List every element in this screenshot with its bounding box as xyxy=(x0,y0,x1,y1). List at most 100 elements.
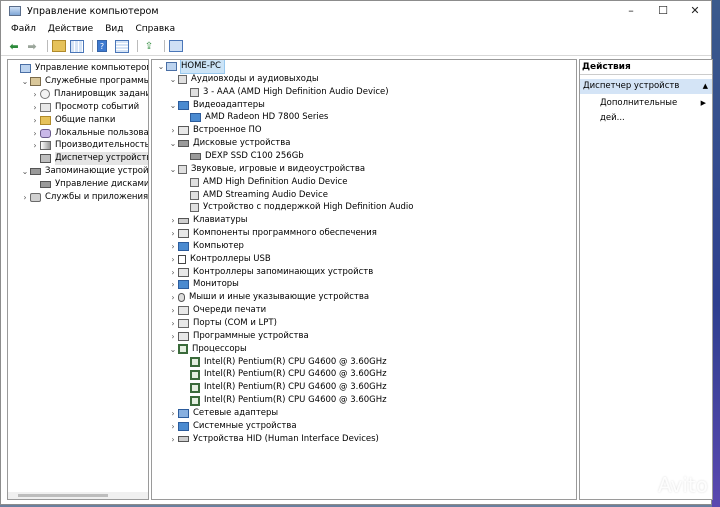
collapse-chevron-icon[interactable]: ⌄ xyxy=(168,137,178,150)
device-tree-item-label: Дисковые устройства xyxy=(193,138,291,149)
menu-action[interactable]: Действие xyxy=(42,24,99,34)
collapse-chevron-icon[interactable]: ⌄ xyxy=(168,163,178,176)
console-tree-item-label: Управление компьютером (л xyxy=(35,63,149,73)
device-tree-item-row[interactable]: Intel(R) Pentium(R) CPU G4600 @ 3.60GHz xyxy=(180,368,387,381)
expand-chevron-icon[interactable]: › xyxy=(168,304,178,317)
device-tree-item-row[interactable]: Intel(R) Pentium(R) CPU G4600 @ 3.60GHz xyxy=(180,394,387,407)
device-tree-item-row[interactable]: › Устройства HID (Human Interface Devices… xyxy=(168,433,378,446)
console-tree-item-row[interactable]: › Службы и приложения xyxy=(20,191,148,204)
device-tree-item-row[interactable]: Intel(R) Pentium(R) CPU G4600 @ 3.60GHz xyxy=(180,381,387,394)
device-tree-item-row[interactable]: ⌄ Дисковые устройства xyxy=(168,137,291,150)
expand-chevron-icon[interactable]: › xyxy=(168,317,178,330)
device-tree-item-row[interactable]: AMD Radeon HD 7800 Series xyxy=(180,111,328,124)
maximize-button[interactable]: ☐ xyxy=(647,1,679,21)
expand-chevron-icon[interactable]: › xyxy=(168,330,178,343)
device-tree-item-row[interactable]: › Программные устройства xyxy=(168,330,309,343)
help-button[interactable]: ? xyxy=(97,39,111,53)
expand-chevron-icon[interactable]: › xyxy=(168,433,178,446)
up-folder-button[interactable] xyxy=(52,39,66,53)
device-tree-item-label: Программные устройства xyxy=(193,330,309,341)
update-driver-icon[interactable]: ⇪ xyxy=(142,39,156,53)
expand-chevron-icon[interactable]: › xyxy=(168,227,178,240)
device-tree-item-row[interactable]: › Встроенное ПО xyxy=(168,124,262,137)
device-tree-item-row[interactable]: ⌄ Видеоадаптеры xyxy=(168,99,265,112)
sound-icon xyxy=(178,164,187,174)
menu-file[interactable]: Файл xyxy=(5,24,42,34)
device-tree-item-label: Порты (COM и LPT) xyxy=(193,318,277,328)
expand-chevron-icon[interactable]: › xyxy=(30,114,40,127)
collapse-chevron-icon[interactable]: ⌄ xyxy=(168,343,178,356)
expand-chevron-icon[interactable]: › xyxy=(30,88,40,101)
expand-chevron-icon[interactable]: › xyxy=(30,139,40,152)
forward-arrow-icon[interactable]: ➡ xyxy=(25,39,39,53)
device-tree-item-label: Intel(R) Pentium(R) CPU G4600 @ 3.60GHz xyxy=(204,356,387,367)
console-tree-item-row[interactable]: › Просмотр событий xyxy=(30,101,139,114)
device-tree-item-row[interactable]: › Клавиатуры xyxy=(168,214,247,227)
computer-management-window: Управление компьютером – ☐ ✕ Файл Действ… xyxy=(0,0,713,505)
show-console-tree-button[interactable] xyxy=(70,39,84,53)
device-tree-item-row[interactable]: › Компоненты программного обеспечения xyxy=(168,227,377,240)
menu-view[interactable]: Вид xyxy=(99,24,129,34)
device-tree-item-row[interactable]: › Компьютер xyxy=(168,240,244,253)
console-tree-item-row[interactable]: › Общие папки xyxy=(30,114,115,127)
device-tree-item-row[interactable]: 3 - AAA (AMD High Definition Audio Devic… xyxy=(180,86,389,99)
console-tree-item-row[interactable]: › Локальные пользовате xyxy=(30,127,148,140)
device-tree-item-row[interactable]: › Контроллеры USB xyxy=(168,253,271,266)
expand-chevron-icon[interactable]: › xyxy=(168,240,178,253)
device-tree-item-row[interactable]: › Порты (COM и LPT) xyxy=(168,317,277,330)
expand-chevron-icon[interactable]: › xyxy=(168,278,178,291)
console-tree-item-row[interactable]: › Планировщик заданий xyxy=(30,88,148,101)
expand-chevron-icon[interactable]: › xyxy=(168,214,178,227)
scan-hardware-button[interactable] xyxy=(169,39,183,53)
close-button[interactable]: ✕ xyxy=(679,1,711,21)
horizontal-scrollbar[interactable] xyxy=(8,492,148,499)
collapse-chevron-icon[interactable]: ⌄ xyxy=(168,73,178,86)
device-tree-item-row[interactable]: › Очереди печати xyxy=(168,304,266,317)
actions-section-device-manager[interactable]: Диспетчер устройств ▲ xyxy=(580,79,712,94)
expand-chevron-icon[interactable]: › xyxy=(168,253,178,266)
properties-button[interactable] xyxy=(115,39,129,53)
device-tree-item-row[interactable]: AMD High Definition Audio Device xyxy=(180,176,347,189)
display-adapter-icon xyxy=(190,113,201,123)
expand-chevron-icon[interactable]: › xyxy=(168,420,178,433)
expand-chevron-icon[interactable]: › xyxy=(168,291,178,304)
device-tree-item-row[interactable]: Intel(R) Pentium(R) CPU G4600 @ 3.60GHz xyxy=(180,356,387,369)
console-tree-item-row[interactable]: ⌄ Служебные программы xyxy=(20,75,148,88)
expand-chevron-icon[interactable]: › xyxy=(30,127,40,140)
expand-chevron-icon[interactable]: › xyxy=(30,101,40,114)
device-tree-item-row[interactable]: › Мыши и иные указывающие устройства xyxy=(168,291,369,304)
device-tree-item-row[interactable]: › Мониторы xyxy=(168,278,239,291)
console-tree-item-row[interactable]: Управление дисками xyxy=(30,178,148,191)
console-tree: Управление компьютером (л ⌄ Служебные прог… xyxy=(7,59,149,500)
collapse-chevron-icon[interactable]: ⌄ xyxy=(20,75,30,88)
device-tree-item-row[interactable]: › Контроллеры запоминающих устройств xyxy=(168,266,373,279)
device-tree-item-row[interactable]: ⌄ Процессоры xyxy=(168,343,247,356)
device-tree-item-row[interactable]: ⌄ Звуковые, игровые и видеоустройства xyxy=(168,163,365,176)
console-tree-item-row[interactable]: Управление компьютером (л xyxy=(10,62,149,75)
device-tree-item-row[interactable]: › Системные устройства xyxy=(168,420,297,433)
device-tree-item-row[interactable]: DEXP SSD C100 256Gb xyxy=(180,150,304,163)
device-tree-item-label: AMD High Definition Audio Device xyxy=(203,176,348,187)
device-tree-item-row[interactable]: ⌄ Аудиовходы и аудиовыходы xyxy=(168,73,319,86)
device-tree-item-row[interactable]: Устройство с поддержкой High Definition … xyxy=(180,201,413,214)
minimize-button[interactable]: – xyxy=(615,1,647,21)
menu-help[interactable]: Справка xyxy=(129,24,181,34)
expand-chevron-icon[interactable]: › xyxy=(168,407,178,420)
collapse-chevron-icon[interactable]: ⌄ xyxy=(20,165,30,178)
clock-icon xyxy=(40,89,50,100)
console-tree-item-row[interactable]: › Производительность xyxy=(30,139,148,152)
console-tree-item-row[interactable]: ⌄ Запоминающие устройств xyxy=(20,165,148,178)
collapse-chevron-icon[interactable]: ⌄ xyxy=(168,99,178,112)
more-actions-item[interactable]: Дополнительные дей... ▶ xyxy=(580,96,712,123)
device-tree-item-row[interactable]: ⌄ HOME-PC xyxy=(156,60,225,74)
device-tree-item-row[interactable]: › Сетевые адаптеры xyxy=(168,407,278,420)
expand-chevron-icon[interactable]: › xyxy=(168,124,178,137)
collapse-arrow-icon[interactable]: ▲ xyxy=(703,79,712,94)
expand-chevron-icon[interactable]: › xyxy=(20,191,30,204)
back-arrow-icon[interactable]: ⬅ xyxy=(7,39,21,53)
device-tree-item-row[interactable]: AMD Streaming Audio Device xyxy=(180,189,328,202)
console-tree-item-row[interactable]: Диспетчер устройств xyxy=(30,152,148,166)
expand-chevron-icon[interactable]: › xyxy=(168,266,178,279)
collapse-chevron-icon[interactable]: ⌄ xyxy=(156,60,166,73)
scrollbar-thumb[interactable] xyxy=(18,494,108,497)
